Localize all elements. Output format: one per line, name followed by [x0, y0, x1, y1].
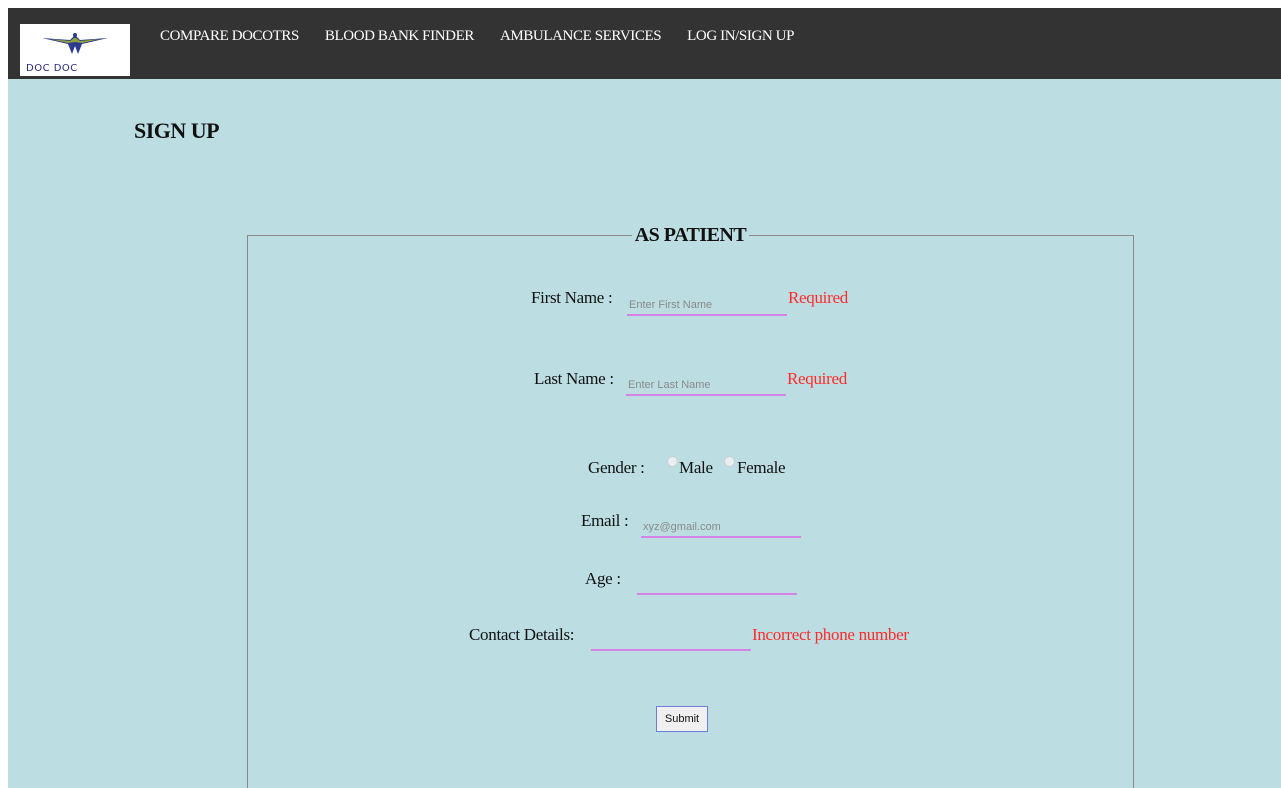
contact-details-input[interactable] [591, 631, 751, 651]
page-title: SIGN UP [134, 118, 220, 143]
page-frame: DOC DOC COMPARE DOCOTRS BLOOD BANK FINDE… [8, 8, 1281, 788]
nav-login-signup[interactable]: LOG IN/SIGN UP [687, 28, 794, 45]
nav-blood-bank-finder[interactable]: BLOOD BANK FINDER [325, 28, 474, 45]
first-name-input[interactable] [627, 296, 787, 316]
submit-button[interactable]: Submit [656, 706, 708, 732]
brand-logo-text: DOC DOC [26, 63, 78, 74]
gender-label: Gender : [588, 458, 645, 477]
top-navbar: DOC DOC COMPARE DOCOTRS BLOOD BANK FINDE… [8, 8, 1281, 79]
contact-details-error: Incorrect phone number [752, 625, 909, 644]
form-legend: AS PATIENT [634, 224, 747, 246]
nav-compare-doctors[interactable]: COMPARE DOCOTRS [160, 28, 299, 45]
contact-details-label: Contact Details: [469, 625, 575, 644]
email-input[interactable] [641, 518, 801, 538]
email-label: Email : [581, 511, 629, 530]
gender-female-radio[interactable] [724, 456, 735, 467]
gender-male-radio[interactable] [667, 456, 678, 467]
last-name-error: Required [787, 369, 847, 388]
last-name-label: Last Name : [534, 369, 614, 388]
first-name-error: Required [788, 288, 848, 307]
age-label: Age : [585, 569, 621, 588]
gender-male-label: Male [679, 458, 713, 477]
age-input[interactable] [637, 575, 797, 595]
nav-ambulance-services[interactable]: AMBULANCE SERVICES [500, 28, 662, 45]
first-name-label: First Name : [531, 288, 613, 307]
nav-links: COMPARE DOCOTRS BLOOD BANK FINDER AMBULA… [160, 28, 820, 45]
brand-logo[interactable]: DOC DOC [20, 24, 130, 76]
last-name-input[interactable] [626, 376, 786, 396]
gender-female-label: Female [737, 458, 786, 477]
bird-emblem-icon [42, 33, 108, 54]
